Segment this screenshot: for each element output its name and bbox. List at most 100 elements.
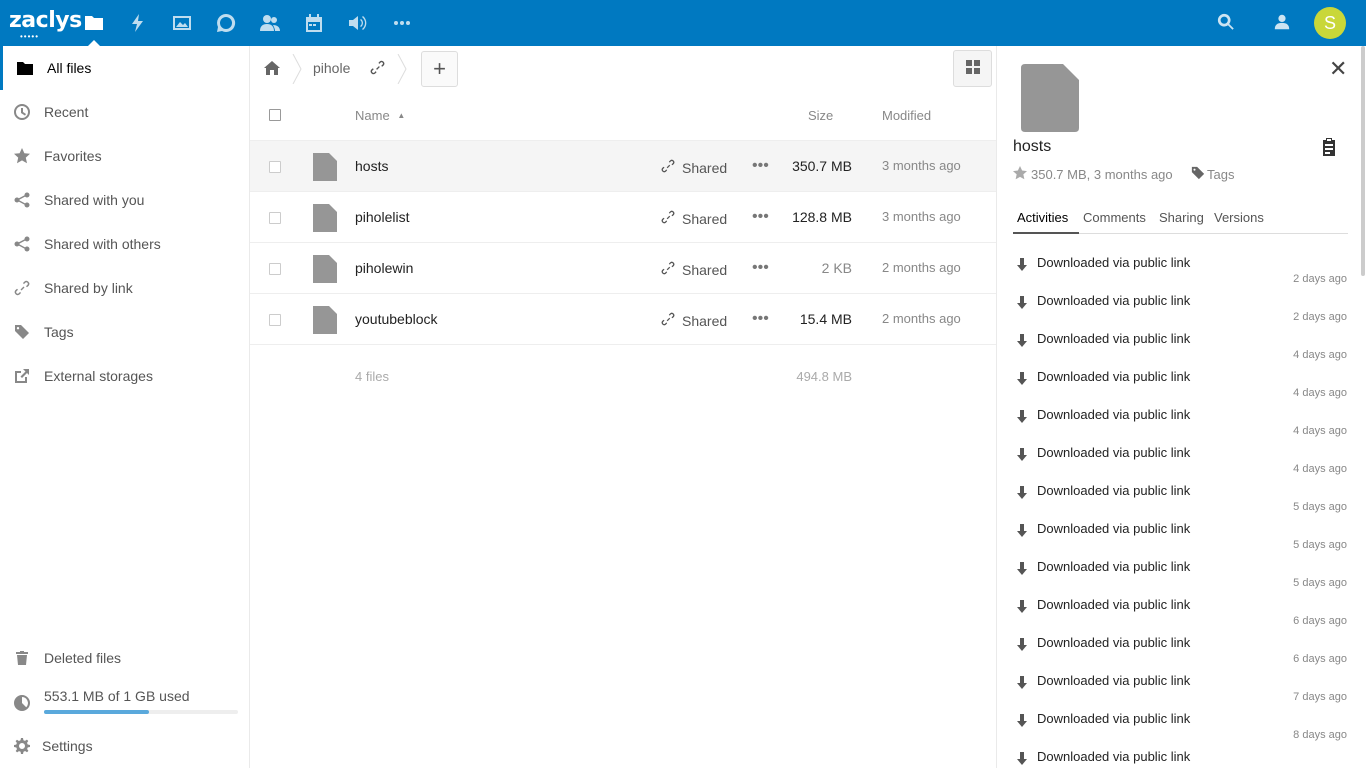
- new-button[interactable]: +: [421, 51, 458, 87]
- talk-icon[interactable]: [214, 11, 238, 35]
- share-icon: [13, 235, 31, 253]
- clipboard-icon[interactable]: [1321, 138, 1337, 156]
- file-modified: 3 months ago: [882, 209, 961, 224]
- sidebar-item-recent[interactable]: Recent: [0, 90, 249, 134]
- activity-item: Downloaded via public link 4 days ago: [1013, 407, 1353, 445]
- tag-icon: [13, 323, 31, 341]
- close-icon[interactable]: ✕: [1329, 56, 1347, 82]
- column-header-size[interactable]: Size: [808, 108, 833, 123]
- sidebar: All files Recent Favorites Shared with y…: [0, 46, 250, 768]
- table-row[interactable]: piholewin Shared ••• 2 KB 2 months ago: [250, 243, 996, 294]
- link-icon: [661, 159, 682, 176]
- share-button[interactable]: Shared: [661, 261, 727, 278]
- file-size: 15.4 MB: [799, 311, 852, 327]
- activity-item: Downloaded via public link 5 days ago: [1013, 559, 1353, 597]
- sidebar-item-tags[interactable]: Tags: [0, 310, 249, 354]
- contacts-menu-icon[interactable]: [1273, 13, 1293, 33]
- sidebar-item-deleted-files[interactable]: Deleted files: [0, 636, 249, 680]
- file-list-area: pihole + Name ▲ Size Modified hosts Shar…: [250, 46, 996, 768]
- more-actions-button[interactable]: •••: [752, 259, 769, 277]
- file-name[interactable]: youtubeblock: [355, 311, 438, 327]
- files-icon[interactable]: [82, 11, 106, 35]
- activity-time: 8 days ago: [1293, 729, 1347, 741]
- row-checkbox[interactable]: [269, 161, 281, 173]
- activity-text: Downloaded via public link: [1037, 597, 1191, 612]
- activity-time: 5 days ago: [1293, 539, 1347, 551]
- column-header-modified[interactable]: Modified: [882, 108, 931, 123]
- sidebar-item-favorites[interactable]: Favorites: [0, 134, 249, 178]
- table-row[interactable]: piholelist Shared ••• 128.8 MB 3 months …: [250, 192, 996, 243]
- tab-comments[interactable]: Comments: [1083, 210, 1146, 225]
- column-header-name[interactable]: Name ▲: [355, 108, 405, 123]
- share-button[interactable]: Shared: [661, 159, 727, 176]
- file-name[interactable]: piholewin: [355, 260, 413, 276]
- more-actions-button[interactable]: •••: [752, 157, 769, 175]
- file-modified: 2 months ago: [882, 311, 961, 326]
- row-checkbox[interactable]: [269, 263, 281, 275]
- download-icon: [1015, 676, 1029, 690]
- active-tab-underline: [1013, 232, 1079, 234]
- audio-icon[interactable]: [346, 11, 370, 35]
- sidebar-item-label: Shared with others: [44, 236, 161, 252]
- clock-icon: [13, 103, 31, 121]
- tab-sharing[interactable]: Sharing: [1159, 210, 1204, 225]
- row-checkbox[interactable]: [269, 212, 281, 224]
- sidebar-item-shared-with-others[interactable]: Shared with others: [0, 222, 249, 266]
- sidebar-item-label: Shared with you: [44, 192, 145, 208]
- tab-versions[interactable]: Versions: [1214, 210, 1264, 225]
- download-icon: [1015, 372, 1029, 386]
- activity-time: 6 days ago: [1293, 615, 1347, 627]
- details-meta-text: 350.7 MB, 3 months ago: [1031, 167, 1173, 182]
- sidebar-item-label: All files: [47, 60, 92, 76]
- share-button[interactable]: Shared: [661, 312, 727, 329]
- breadcrumb-folder[interactable]: pihole: [313, 60, 350, 76]
- activity-icon[interactable]: [126, 11, 150, 35]
- activity-time: 7 days ago: [1293, 691, 1347, 703]
- file-modified: 3 months ago: [882, 158, 961, 173]
- avatar[interactable]: S: [1314, 7, 1346, 39]
- details-meta: 350.7 MB, 3 months ago: [1013, 166, 1173, 183]
- activity-text: Downloaded via public link: [1037, 445, 1191, 460]
- home-icon[interactable]: [264, 60, 282, 78]
- select-all-checkbox[interactable]: [269, 109, 281, 121]
- gallery-icon[interactable]: [170, 11, 194, 35]
- share-button[interactable]: Shared: [661, 210, 727, 227]
- more-apps-icon[interactable]: [390, 11, 414, 35]
- sidebar-item-shared-with-you[interactable]: Shared with you: [0, 178, 249, 222]
- contacts-icon[interactable]: [258, 11, 282, 35]
- logo-dots: •••••: [20, 32, 40, 41]
- download-icon: [1015, 638, 1029, 652]
- file-name[interactable]: hosts: [355, 158, 388, 174]
- download-icon: [1015, 562, 1029, 576]
- tags-button[interactable]: Tags: [1191, 166, 1234, 183]
- search-icon[interactable]: [1217, 13, 1237, 33]
- grid-view-button[interactable]: [953, 50, 992, 87]
- more-actions-button[interactable]: •••: [752, 310, 769, 328]
- calendar-icon[interactable]: [302, 11, 326, 35]
- link-icon[interactable]: [370, 60, 386, 76]
- more-actions-button[interactable]: •••: [752, 208, 769, 226]
- sidebar-item-external-storages[interactable]: External storages: [0, 354, 249, 398]
- download-icon: [1015, 258, 1029, 272]
- download-icon: [1015, 410, 1029, 424]
- activity-text: Downloaded via public link: [1037, 673, 1191, 688]
- sidebar-item-all-files[interactable]: All files: [0, 46, 249, 90]
- folder-icon: [16, 59, 34, 77]
- tab-activities[interactable]: Activities: [1017, 210, 1068, 225]
- sidebar-item-settings[interactable]: Settings: [0, 724, 249, 768]
- star-icon[interactable]: [1013, 166, 1031, 183]
- row-checkbox[interactable]: [269, 314, 281, 326]
- table-row[interactable]: hosts Shared ••• 350.7 MB 3 months ago: [250, 141, 996, 192]
- activity-text: Downloaded via public link: [1037, 711, 1191, 726]
- activity-time: 5 days ago: [1293, 501, 1347, 513]
- activity-time: 4 days ago: [1293, 463, 1347, 475]
- activity-item: Downloaded via public link 2 days ago: [1013, 255, 1353, 293]
- activity-item: Downloaded via public link 2 days ago: [1013, 293, 1353, 331]
- file-name[interactable]: piholelist: [355, 209, 409, 225]
- table-row[interactable]: youtubeblock Shared ••• 15.4 MB 2 months…: [250, 294, 996, 345]
- scrollbar[interactable]: [1361, 46, 1365, 276]
- download-icon: [1015, 448, 1029, 462]
- sidebar-item-shared-by-link[interactable]: Shared by link: [0, 266, 249, 310]
- details-sidebar: ✕ hosts 350.7 MB, 3 months ago Tags Acti…: [996, 46, 1366, 768]
- logo[interactable]: zaclys: [9, 8, 82, 33]
